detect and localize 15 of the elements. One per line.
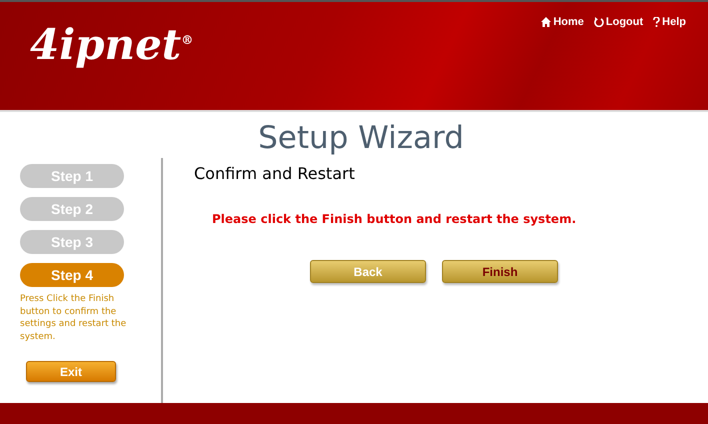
- back-button[interactable]: Back: [310, 260, 426, 283]
- section-title: Confirm and Restart: [194, 164, 356, 183]
- exit-button[interactable]: Exit: [26, 361, 116, 382]
- message: Please click the Finish button and restart the system.: [212, 212, 578, 226]
- page-title: Setup Wizard: [257, 119, 465, 158]
- finish-button[interactable]: Finish: [442, 260, 558, 283]
- header-link[interactable]: Help: [653, 16, 686, 28]
- home-icon: [541, 17, 552, 27]
- header-link[interactable]: Logout: [594, 16, 644, 28]
- power-icon: [594, 17, 604, 27]
- step-tab[interactable]: Step 4: [20, 263, 124, 287]
- logo: 4ipnet$^{®}$: [30, 20, 194, 70]
- question-icon: [653, 17, 660, 27]
- step-hint: Press Click the Finish button to confirm the settings and restart the system.: [20, 293, 128, 343]
- header-link[interactable]: Home: [541, 16, 584, 28]
